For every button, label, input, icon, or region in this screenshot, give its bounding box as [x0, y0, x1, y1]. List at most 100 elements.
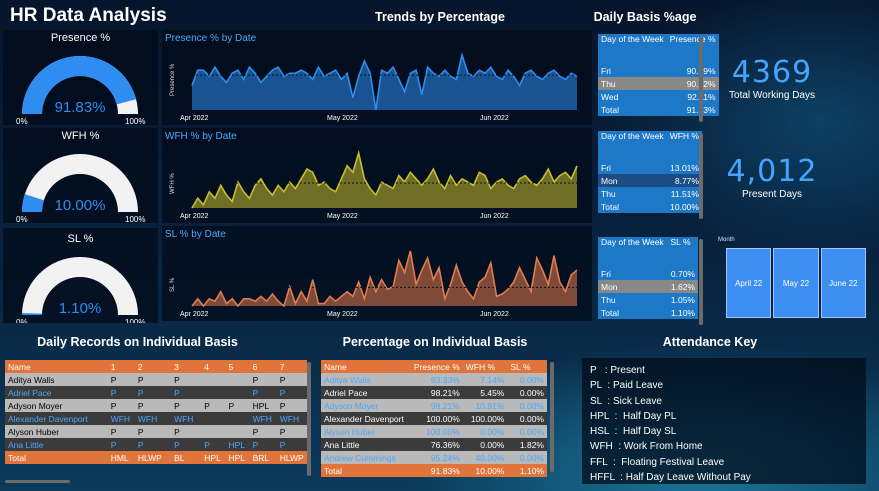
daily-records-table[interactable]: Name 1 2 3 4 5 6 7 Aditya Walls P P P P P Adriel Pace P… [5, 360, 307, 478]
day-cell: Thu [598, 77, 667, 90]
table-row[interactable]: Alyson Huber P P P P P [5, 425, 307, 438]
chart-title: SL % by Date [165, 229, 226, 240]
gauge-min-label: 0% [16, 215, 28, 222]
col-day[interactable]: Day of the Week [598, 237, 668, 267]
cell: WFH [107, 412, 135, 425]
table-row[interactable]: Andrew Cummings 95.24% 40.00% 0.00% [321, 451, 547, 464]
name-cell: Alexander Davenport [321, 412, 411, 425]
y-axis-label: WFH % [170, 173, 176, 194]
table-row[interactable]: Aditya Walls P P P P P [5, 373, 307, 386]
cell: HML [107, 451, 135, 464]
cell: P [249, 386, 277, 399]
table-header[interactable]: Name Presence % WFH % SL % [321, 360, 547, 373]
col-day[interactable]: Day of the Week [598, 131, 667, 161]
table-row[interactable]: Adyson Moyer P P P P P HPL P [5, 399, 307, 412]
scrollbar[interactable] [307, 362, 311, 476]
wfh-gauge[interactable]: WFH % 10.00% 0% 100% [3, 128, 158, 224]
month-slicer[interactable]: April 22 May 22 June 22 [726, 248, 866, 318]
gauge-title: Presence % [50, 32, 111, 44]
value-cell: 13.01% [666, 161, 702, 174]
cell: P [201, 438, 226, 451]
table-row[interactable]: Adriel Pace P P P P P [5, 386, 307, 399]
month-tile[interactable]: May 22 [773, 248, 819, 318]
cell: P [171, 425, 202, 438]
value-cell: 90.19% [666, 64, 719, 77]
cell: 93.33% [410, 373, 463, 386]
horizontal-scrollbar[interactable] [5, 480, 70, 483]
cell: BL [171, 451, 202, 464]
total-value: 10.00% [666, 200, 702, 213]
sl-day-table[interactable]: Day of the Week SL % Fri 0.70% Mon 1.62% Th… [598, 237, 698, 319]
table-row[interactable]: Aditya Walls 93.33% 7.14% 0.00% [321, 373, 547, 386]
cell: 10.91% [462, 399, 508, 412]
cell: 4 [201, 360, 226, 373]
cell: 5.45% [462, 386, 508, 399]
wfh-trend-chart[interactable]: WFH % by Date WFH % Apr 2022 May 2022 Jun 20… [162, 128, 592, 223]
day-cell: Fri [598, 64, 667, 77]
table-row[interactable]: Adyson Moyer 98.21% 10.91% 0.00% [321, 399, 547, 412]
name-cell: Adyson Moyer [321, 399, 411, 412]
cell: 6 [249, 360, 277, 373]
col-value[interactable]: SL % [667, 237, 698, 267]
presence-area-chart: Presence % by Date Presence % Apr 2022 May … [165, 33, 578, 122]
present-days-card: 4,012 Present Days [712, 154, 832, 200]
table-row[interactable]: Alexander Davenport WFH WFH WFH WFH WFH [5, 412, 307, 425]
cell: 0.00% [462, 425, 508, 438]
col-value[interactable]: Presence % [666, 34, 719, 64]
x-tick-label: May 2022 [327, 311, 358, 318]
y-axis-label: SL % [170, 277, 176, 292]
cell [225, 412, 250, 425]
sl-gauge[interactable]: SL % 1.10% 0% 100% [3, 228, 158, 327]
cell: P [134, 438, 172, 451]
name-cell: Name [321, 360, 411, 373]
day-cell: Mon [598, 280, 668, 293]
scrollbar[interactable] [699, 239, 703, 325]
cell: 2 [134, 360, 172, 373]
presence-gauge[interactable]: Presence % 91.83% 0% 100% [3, 30, 158, 126]
percentage-individual-table[interactable]: Name Presence % WFH % SL % Aditya Walls 93.33… [321, 360, 547, 484]
cell [201, 386, 226, 399]
col-value[interactable]: WFH % [666, 131, 702, 161]
chart-title: Presence % by Date [165, 33, 257, 44]
cell: 91.83% [410, 464, 463, 477]
cell: HPL [225, 438, 250, 451]
gauge-arc: 10.00% 0% 100% [16, 154, 145, 224]
name-cell: Total [5, 451, 108, 464]
cell: P [249, 438, 277, 451]
name-cell: Aditya Walls [5, 373, 108, 386]
table-header[interactable]: Name 1 2 3 4 5 6 7 [5, 360, 307, 373]
cell: 98.21% [410, 399, 463, 412]
col-day[interactable]: Day of the Week [598, 34, 667, 64]
dashboard-title: HR Data Analysis [10, 5, 167, 26]
total-row[interactable]: Total 91.83% 10.00% 1.10% [321, 464, 547, 477]
table-row[interactable]: Ana Little 76.36% 0.00% 1.82% [321, 438, 547, 451]
scrollbar[interactable] [550, 362, 554, 472]
presence-trend-chart[interactable]: Presence % by Date Presence % Apr 2022 May … [162, 30, 592, 125]
month-tile[interactable]: June 22 [820, 248, 866, 318]
gauge-value: 91.83% [55, 99, 106, 116]
cell: P [107, 425, 135, 438]
month-tile[interactable]: April 22 [726, 248, 772, 318]
total-row[interactable]: Total HML HLWP BL HPL HPL BRL HLWP [5, 451, 307, 464]
table-row[interactable]: Alyson Huber 100.00% 0.00% 0.00% [321, 425, 547, 438]
table-row[interactable]: Ana Little P P P P HPL P P [5, 438, 307, 451]
wfh-day-table[interactable]: Day of the Week WFH % Fri 13.01% Mon 8.77% … [598, 131, 702, 213]
gauge-title: SL % [67, 233, 94, 245]
key-item: PL : Paid Leave [590, 380, 664, 392]
scrollbar[interactable] [699, 36, 703, 122]
cell: 3 [171, 360, 202, 373]
x-tick-label: Apr 2022 [180, 213, 209, 220]
cell: P [107, 438, 135, 451]
total-value: 91.83% [666, 103, 719, 116]
table-row[interactable]: Adriel Pace 98.21% 5.45% 0.00% [321, 386, 547, 399]
cell: P [171, 386, 202, 399]
cell: P [201, 399, 226, 412]
presence-day-table[interactable]: Day of the WeekPresence % Fri90.19% Thu 9… [598, 34, 719, 116]
key-item: WFH : Work From Home [590, 441, 703, 453]
scrollbar[interactable] [699, 133, 703, 219]
cell: 100.00% [410, 412, 463, 425]
gauge-max-label: 100% [125, 215, 145, 222]
table-row[interactable]: Alexander Davenport 100.00% 100.00% 0.00% [321, 412, 547, 425]
sl-trend-chart[interactable]: SL % by Date SL % Apr 2022 May 2022 Jun 2022 [162, 226, 592, 321]
cell: P [107, 386, 135, 399]
